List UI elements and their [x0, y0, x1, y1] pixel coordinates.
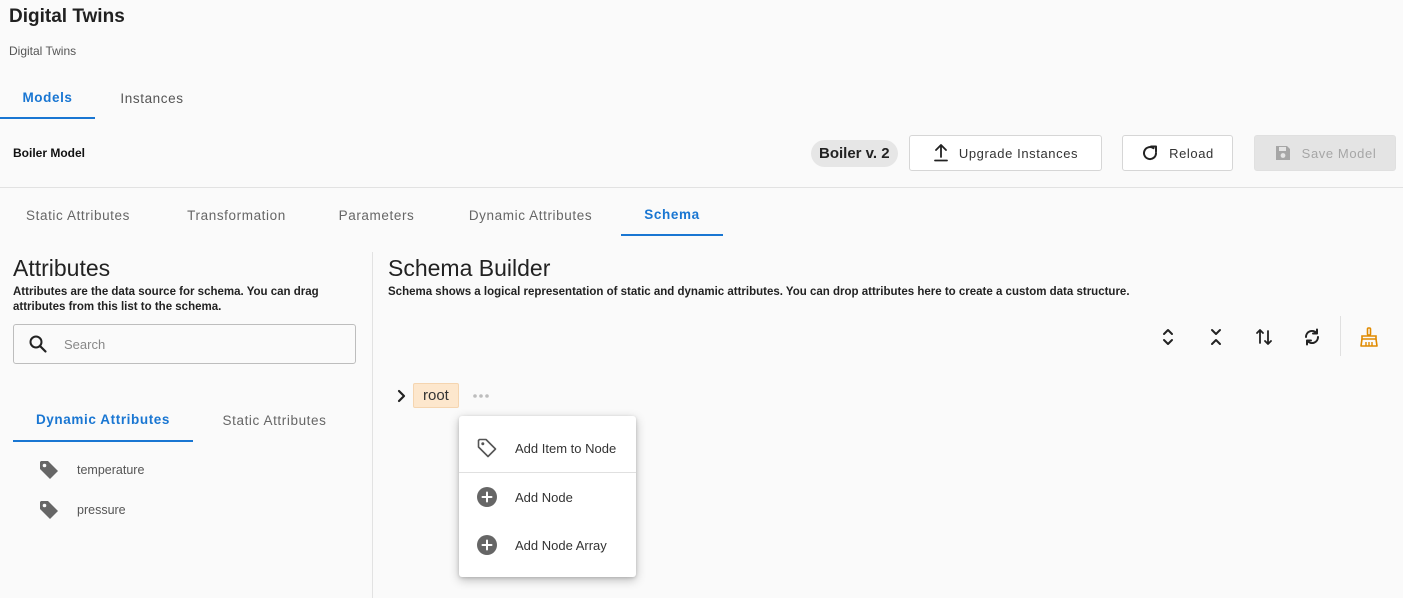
reload-icon: [1143, 145, 1158, 161]
attributes-description: Attributes are the data source for schem…: [13, 286, 319, 313]
schema-builder-description: Schema shows a logical representation of…: [388, 286, 1130, 298]
reload-label: Reload: [1169, 145, 1214, 161]
tab-parameters[interactable]: Parameters: [318, 194, 435, 236]
collapse-all-icon: [1211, 329, 1221, 345]
sort-button[interactable]: [1249, 322, 1279, 352]
node-context-menu: Add Item to Node Add Node Add Node Array: [459, 416, 636, 577]
upgrade-instances-label: Upgrade Instances: [958, 145, 1079, 161]
attr-tab-static-label: Static Attributes: [222, 412, 327, 428]
expand-all-button[interactable]: [1153, 322, 1183, 352]
attr-tab-dynamic[interactable]: Dynamic Attributes: [13, 398, 193, 442]
tab-transformation[interactable]: Transformation: [164, 194, 309, 236]
search-icon: [29, 335, 47, 353]
menu-item-label: Add Node Array: [515, 537, 607, 553]
refresh-icon: [1304, 328, 1320, 346]
panel-divider: [372, 252, 373, 598]
tab-models-label: Models: [22, 90, 73, 105]
attribute-search[interactable]: [13, 324, 356, 364]
attributes-title: Attributes: [13, 255, 111, 281]
upgrade-instances-button[interactable]: Upgrade Instances: [909, 135, 1102, 171]
attribute-item-label: temperature: [77, 463, 145, 477]
refresh-button[interactable]: [1297, 322, 1327, 352]
tab-dynamic-attributes-label: Dynamic Attributes: [468, 207, 593, 223]
root-expand-toggle[interactable]: [393, 387, 409, 405]
menu-add-node[interactable]: Add Node: [459, 473, 636, 521]
add-circle-icon: [477, 487, 497, 507]
menu-item-label: Add Node: [515, 489, 573, 505]
save-icon: [1275, 146, 1290, 160]
save-model-button[interactable]: Save Model: [1254, 135, 1396, 171]
menu-add-item-to-node[interactable]: Add Item to Node: [459, 424, 636, 472]
reload-button[interactable]: Reload: [1122, 135, 1233, 171]
menu-add-node-array[interactable]: Add Node Array: [459, 521, 636, 569]
tab-schema-label: Schema: [644, 206, 700, 222]
root-node-more-button[interactable]: [469, 387, 493, 405]
upload-icon: [933, 144, 948, 162]
app-title: Digital Twins: [9, 6, 125, 27]
attr-tab-dynamic-label: Dynamic Attributes: [35, 411, 171, 427]
tag-outline-icon: [477, 438, 497, 458]
tag-icon: [40, 501, 58, 519]
chevron-right-icon: [397, 389, 406, 403]
add-circle-icon: [477, 535, 497, 555]
model-name: Boiler Model: [13, 146, 86, 160]
attr-tab-static[interactable]: Static Attributes: [193, 398, 356, 442]
tab-dynamic-attributes[interactable]: Dynamic Attributes: [445, 194, 616, 236]
tab-static-attributes-label: Static Attributes: [26, 207, 130, 223]
header-divider: [0, 187, 1403, 188]
clear-schema-button[interactable]: [1354, 322, 1384, 352]
sort-icon: [1256, 329, 1272, 345]
schema-builder-title: Schema Builder: [388, 255, 551, 281]
tab-parameters-label: Parameters: [338, 207, 415, 223]
toolbar-divider: [1340, 316, 1341, 356]
tab-instances[interactable]: Instances: [103, 78, 201, 119]
save-model-label: Save Model: [1301, 145, 1377, 161]
tag-icon: [40, 461, 58, 479]
attribute-item-label: pressure: [77, 503, 126, 517]
clear-schema-icon: [1360, 327, 1378, 347]
root-node[interactable]: root: [413, 383, 459, 408]
menu-item-label: Add Item to Node: [515, 440, 617, 456]
attribute-item-pressure[interactable]: pressure: [38, 498, 126, 522]
root-node-label: root: [423, 387, 449, 404]
app-subtitle: Digital Twins: [9, 44, 77, 58]
more-horizontal-icon: [473, 394, 489, 398]
version-badge: Boiler v. 2: [811, 140, 898, 167]
expand-all-icon: [1163, 329, 1173, 345]
collapse-all-button[interactable]: [1201, 322, 1231, 352]
tab-models[interactable]: Models: [0, 78, 95, 119]
search-input[interactable]: [64, 336, 324, 352]
tab-static-attributes[interactable]: Static Attributes: [0, 194, 156, 236]
attribute-item-temperature[interactable]: temperature: [38, 458, 144, 482]
tab-instances-label: Instances: [120, 91, 184, 106]
tab-schema[interactable]: Schema: [621, 194, 723, 236]
tab-transformation-label: Transformation: [187, 207, 286, 223]
